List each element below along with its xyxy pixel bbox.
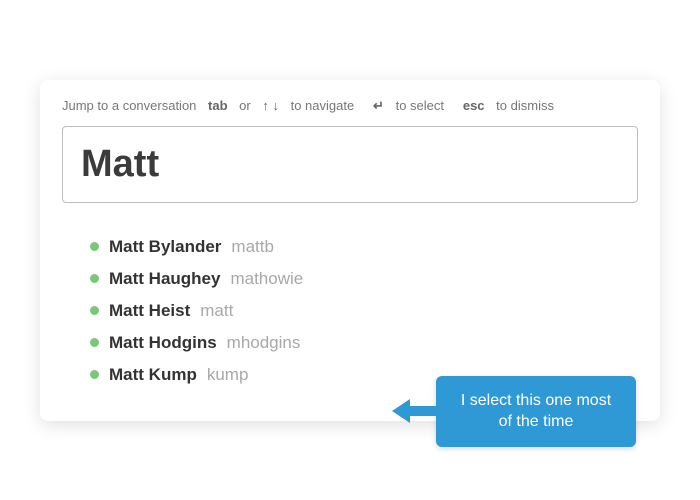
presence-dot-icon bbox=[90, 370, 99, 379]
arrow-left-icon bbox=[392, 397, 438, 425]
result-display-name: Matt Heist bbox=[109, 301, 190, 321]
kbd-arrows: ↑ ↓ bbox=[262, 98, 279, 113]
result-row[interactable]: Matt Heist matt bbox=[90, 295, 638, 327]
result-display-name: Matt Haughey bbox=[109, 269, 220, 289]
kbd-esc: esc bbox=[463, 98, 485, 113]
result-username: mhodgins bbox=[227, 333, 301, 353]
result-row[interactable]: Matt Hodgins mhodgins bbox=[90, 327, 638, 359]
search-box[interactable] bbox=[62, 126, 638, 203]
kbd-tab: tab bbox=[208, 98, 228, 113]
presence-dot-icon bbox=[90, 306, 99, 315]
result-username: mattb bbox=[231, 237, 274, 257]
presence-dot-icon bbox=[90, 338, 99, 347]
kbd-enter: ↵ bbox=[373, 98, 384, 114]
hint-label: Jump to a conversation bbox=[62, 98, 196, 113]
quick-switcher-panel: Jump to a conversation tab or ↑ ↓ to nav… bbox=[40, 80, 660, 421]
result-display-name: Matt Kump bbox=[109, 365, 197, 385]
result-display-name: Matt Bylander bbox=[109, 237, 221, 257]
hint-navigate: to navigate bbox=[291, 98, 355, 113]
result-row[interactable]: Matt Bylander mattb bbox=[90, 231, 638, 263]
hint-dismiss: to dismiss bbox=[496, 98, 554, 113]
hint-or: or bbox=[239, 98, 251, 113]
result-username: mathowie bbox=[230, 269, 303, 289]
presence-dot-icon bbox=[90, 274, 99, 283]
result-username: matt bbox=[200, 301, 233, 321]
result-username: kump bbox=[207, 365, 249, 385]
callout-text: I select this one most of the time bbox=[461, 392, 611, 431]
results-list: Matt Bylander mattb Matt Haughey mathowi… bbox=[62, 231, 638, 391]
result-display-name: Matt Hodgins bbox=[109, 333, 217, 353]
result-row[interactable]: Matt Haughey mathowie bbox=[90, 263, 638, 295]
hint-select: to select bbox=[396, 98, 444, 113]
annotation-callout: I select this one most of the time bbox=[436, 376, 636, 447]
search-input[interactable] bbox=[81, 143, 619, 186]
presence-dot-icon bbox=[90, 242, 99, 251]
keyboard-hint-bar: Jump to a conversation tab or ↑ ↓ to nav… bbox=[62, 98, 638, 114]
